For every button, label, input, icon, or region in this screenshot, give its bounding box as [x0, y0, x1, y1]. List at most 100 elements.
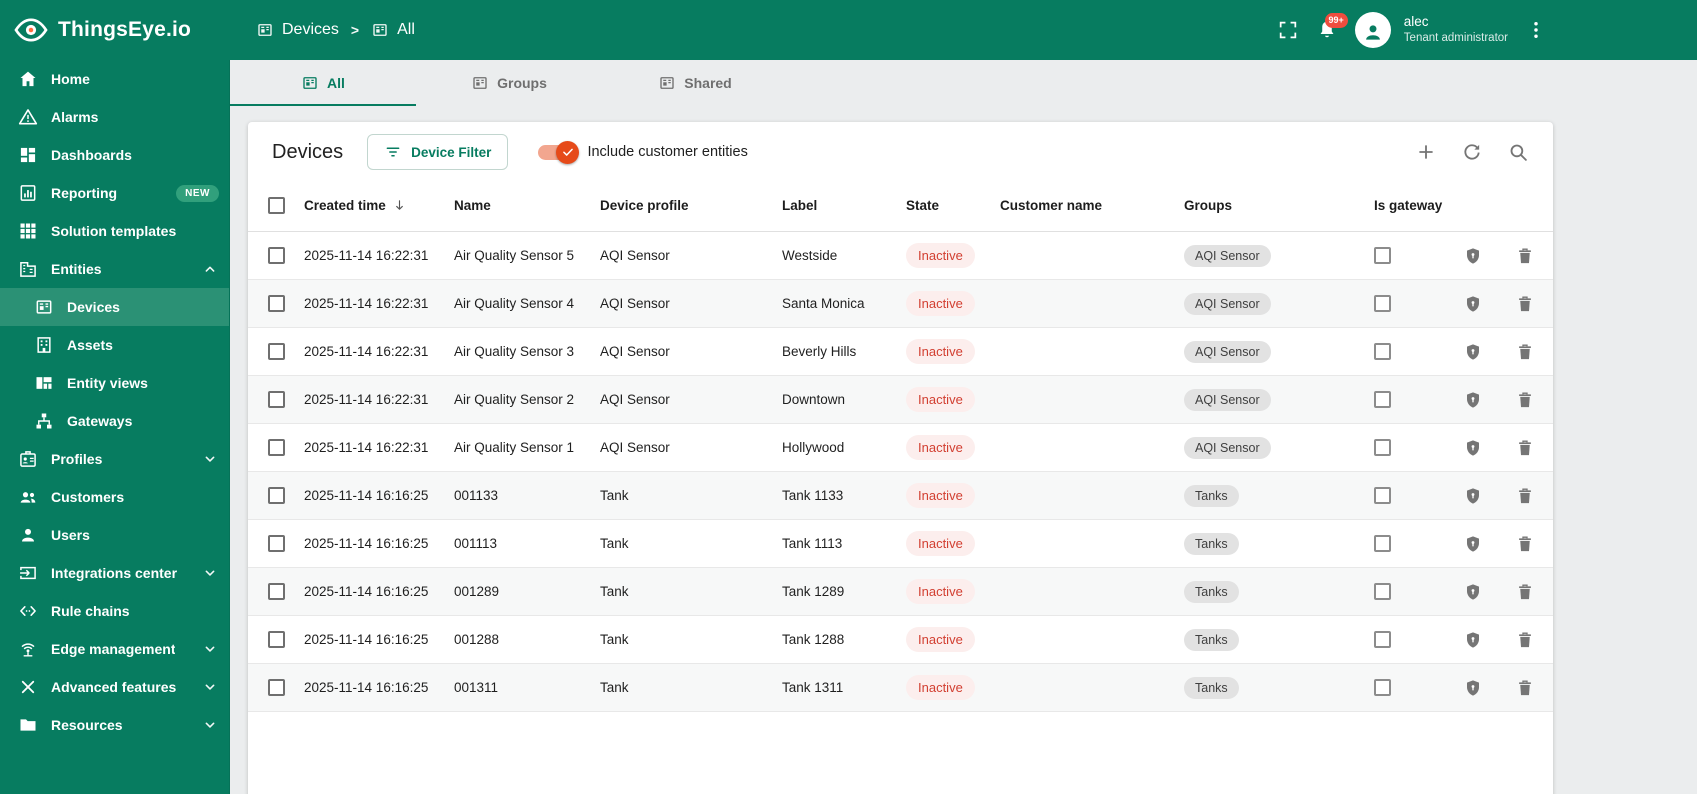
column-header-device-profile[interactable]: Device profile [600, 198, 782, 213]
sidebar-item-devices[interactable]: Devices [0, 288, 229, 326]
manage-credentials-button[interactable] [1464, 342, 1483, 362]
breadcrumb-devices[interactable]: Devices [256, 21, 339, 39]
device-filter-button[interactable]: Device Filter [367, 134, 509, 170]
manage-credentials-button[interactable] [1464, 486, 1483, 506]
manage-credentials-button[interactable] [1464, 534, 1483, 554]
cell-is-gateway [1374, 535, 1464, 552]
tab-groups[interactable]: Groups [416, 60, 602, 106]
row-checkbox[interactable] [267, 247, 285, 264]
sidebar-item-rule-chains[interactable]: Rule chains [0, 592, 229, 630]
group-chip[interactable]: Tanks [1184, 532, 1239, 555]
cell-label: Tank 1288 [782, 632, 845, 647]
column-header-is-gateway[interactable]: Is gateway [1374, 198, 1464, 213]
sidebar-item-advanced-features[interactable]: Advanced features [0, 668, 229, 706]
sidebar-item-home[interactable]: Home [0, 60, 229, 98]
column-header-groups[interactable]: Groups [1184, 198, 1374, 213]
table-row[interactable]: 2025-11-14 16:16:25 001133 Tank Tank 1133 In… [248, 472, 1553, 520]
group-chip[interactable]: AQI Sensor [1184, 388, 1271, 411]
include-customer-entities-toggle[interactable] [538, 140, 580, 164]
delete-device-button[interactable] [1515, 294, 1535, 314]
tab-shared[interactable]: Shared [602, 60, 788, 106]
delete-device-button[interactable] [1515, 246, 1535, 266]
manage-credentials-button[interactable] [1464, 246, 1483, 266]
sidebar-item-edge-management[interactable]: Edge management [0, 630, 229, 668]
sidebar-item-dashboards[interactable]: Dashboards [0, 136, 229, 174]
table-row[interactable]: 2025-11-14 16:16:25 001311 Tank Tank 1311 In… [248, 664, 1553, 712]
sidebar-item-resources[interactable]: Resources [0, 706, 229, 744]
delete-device-button[interactable] [1515, 678, 1535, 698]
group-chip[interactable]: AQI Sensor [1184, 244, 1271, 267]
add-device-button[interactable] [1415, 141, 1437, 163]
table-toolbar-actions [1415, 141, 1529, 163]
sidebar-item-gateways[interactable]: Gateways [0, 402, 229, 440]
more-menu-button[interactable] [1525, 19, 1547, 41]
delete-device-button[interactable] [1515, 390, 1535, 410]
manage-credentials-button[interactable] [1464, 582, 1483, 602]
group-chip[interactable]: Tanks [1184, 580, 1239, 603]
manage-credentials-button[interactable] [1464, 678, 1483, 698]
search-button[interactable] [1507, 141, 1529, 163]
table-row[interactable]: 2025-11-14 16:22:31 Air Quality Sensor 1 A… [248, 424, 1553, 472]
delete-device-button[interactable] [1515, 486, 1535, 506]
sidebar-item-customers[interactable]: Customers [0, 478, 229, 516]
column-header-label[interactable]: Label [782, 198, 906, 213]
group-chip[interactable]: Tanks [1184, 628, 1239, 651]
row-checkbox[interactable] [267, 679, 285, 696]
sidebar-item-users[interactable]: Users [0, 516, 229, 554]
table-row[interactable]: 2025-11-14 16:22:31 Air Quality Sensor 3 A… [248, 328, 1553, 376]
sidebar-item-integrations-center[interactable]: Integrations center [0, 554, 229, 592]
brand[interactable]: ThingsEye.io [0, 12, 230, 48]
column-header-state[interactable]: State [906, 198, 1000, 213]
breadcrumb-all[interactable]: All [371, 21, 415, 39]
row-checkbox[interactable] [267, 391, 285, 408]
sidebar-item-label: Edge management [51, 641, 176, 657]
table-row[interactable]: 2025-11-14 16:16:25 001289 Tank Tank 1289 In… [248, 568, 1553, 616]
fullscreen-button[interactable] [1277, 19, 1299, 41]
sidebar-item-alarms[interactable]: Alarms [0, 98, 229, 136]
row-checkbox[interactable] [267, 487, 285, 504]
notifications-button[interactable]: 99+ [1316, 13, 1348, 41]
select-all-checkbox[interactable] [267, 197, 285, 214]
row-checkbox[interactable] [267, 343, 285, 360]
sidebar-item-assets[interactable]: Assets [0, 326, 229, 364]
table-row[interactable]: 2025-11-14 16:22:31 Air Quality Sensor 5 A… [248, 232, 1553, 280]
table-row[interactable]: 2025-11-14 16:22:31 Air Quality Sensor 2 A… [248, 376, 1553, 424]
row-checkbox[interactable] [267, 535, 285, 552]
manage-credentials-button[interactable] [1464, 438, 1483, 458]
group-chip[interactable]: Tanks [1184, 484, 1239, 507]
group-chip[interactable]: AQI Sensor [1184, 292, 1271, 315]
row-checkbox[interactable] [267, 439, 285, 456]
cell-name: Air Quality Sensor 2 [454, 392, 575, 407]
column-header-created-time[interactable]: Created time [304, 198, 454, 213]
delete-device-button[interactable] [1515, 438, 1535, 458]
tab-all[interactable]: All [230, 60, 416, 106]
column-header-name[interactable]: Name [454, 198, 600, 213]
sidebar-item-profiles[interactable]: Profiles [0, 440, 229, 478]
group-chip[interactable]: AQI Sensor [1184, 340, 1271, 363]
row-checkbox[interactable] [267, 295, 285, 312]
delete-device-button[interactable] [1515, 630, 1535, 650]
avatar[interactable] [1354, 12, 1391, 48]
delete-device-button[interactable] [1515, 342, 1535, 362]
table-row[interactable]: 2025-11-14 16:22:31 Air Quality Sensor 4 A… [248, 280, 1553, 328]
manage-credentials-button[interactable] [1464, 630, 1483, 650]
sidebar-item-reporting[interactable]: Reporting NEW [0, 174, 229, 212]
sidebar-item-solution-templates[interactable]: Solution templates [0, 212, 229, 250]
column-header-customer-name[interactable]: Customer name [1000, 198, 1184, 213]
state-badge: Inactive [906, 243, 975, 268]
delete-device-button[interactable] [1515, 582, 1535, 602]
table-row[interactable]: 2025-11-14 16:16:25 001288 Tank Tank 1288 In… [248, 616, 1553, 664]
user-menu[interactable]: alec Tenant administrator [1404, 14, 1508, 45]
sidebar-item-entities[interactable]: Entities [0, 250, 229, 288]
manage-credentials-button[interactable] [1464, 294, 1483, 314]
manage-credentials-button[interactable] [1464, 390, 1483, 410]
row-checkbox[interactable] [267, 583, 285, 600]
refresh-button[interactable] [1461, 141, 1483, 163]
table-row[interactable]: 2025-11-14 16:16:25 001113 Tank Tank 1113 In… [248, 520, 1553, 568]
delete-device-button[interactable] [1515, 534, 1535, 554]
row-checkbox[interactable] [267, 631, 285, 648]
group-chip[interactable]: AQI Sensor [1184, 436, 1271, 459]
group-chip[interactable]: Tanks [1184, 676, 1239, 699]
sidebar-item-entity-views[interactable]: Entity views [0, 364, 229, 402]
cell-state: Inactive [906, 675, 1000, 700]
